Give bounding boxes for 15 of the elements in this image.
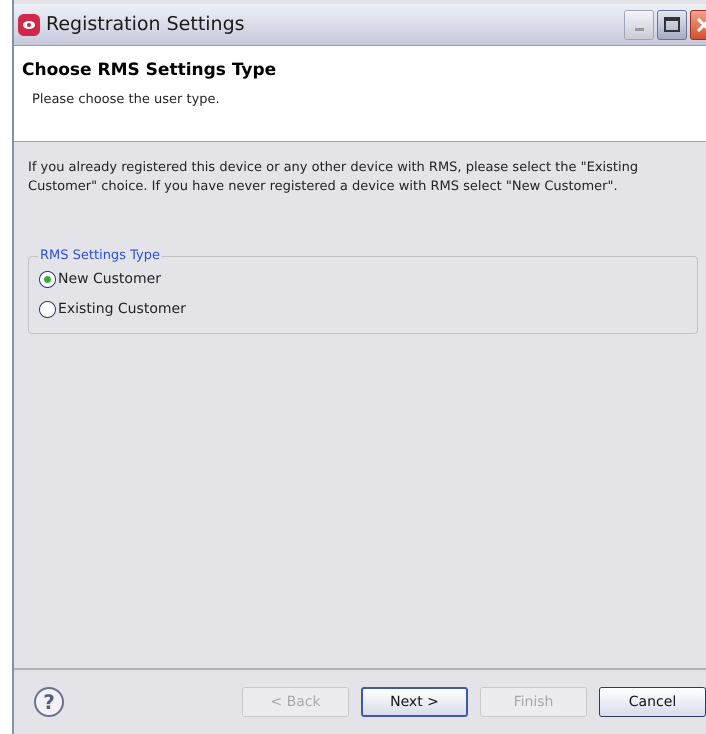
app-logo-icon [18, 14, 40, 36]
radio-label[interactable]: New Customer [58, 269, 161, 290]
wizard-button[interactable]: Next > [361, 687, 468, 717]
page-title: Choose RMS Settings Type [22, 59, 276, 82]
group-title: RMS Settings Type [38, 248, 162, 264]
radio-label[interactable]: Existing Customer [58, 299, 186, 320]
close-button[interactable] [690, 10, 706, 40]
help-button[interactable]: ? [34, 687, 64, 717]
maximize-button[interactable] [657, 10, 687, 40]
page-subtitle: Please choose the user type. [32, 90, 220, 108]
radio-button[interactable] [39, 301, 56, 318]
wizard-button[interactable]: Cancel [599, 687, 706, 717]
radio-button[interactable] [39, 271, 56, 288]
description-text: If you already registered this device or any other device with RMS, please select the "Existing Customer" choice. If you have never registered a device with RMS select "New Customer". [28, 159, 640, 196]
window-title: Registration Settings [46, 12, 245, 38]
